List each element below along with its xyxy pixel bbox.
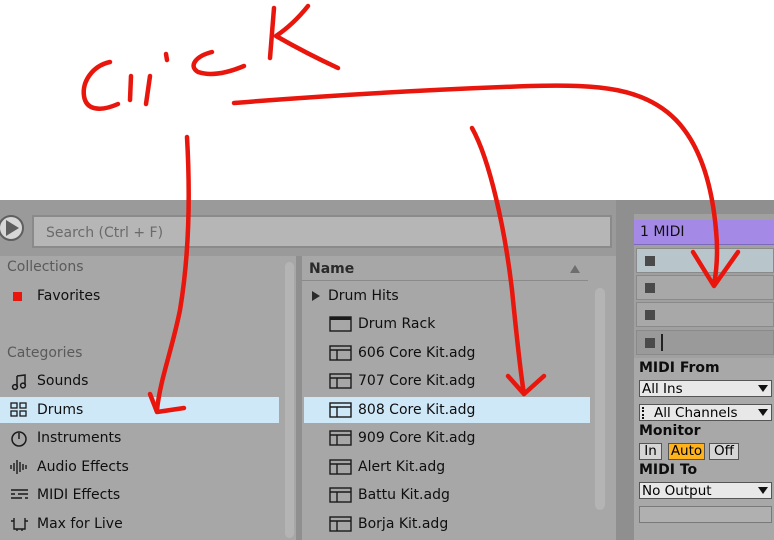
hand-annotation — [81, 3, 741, 415]
